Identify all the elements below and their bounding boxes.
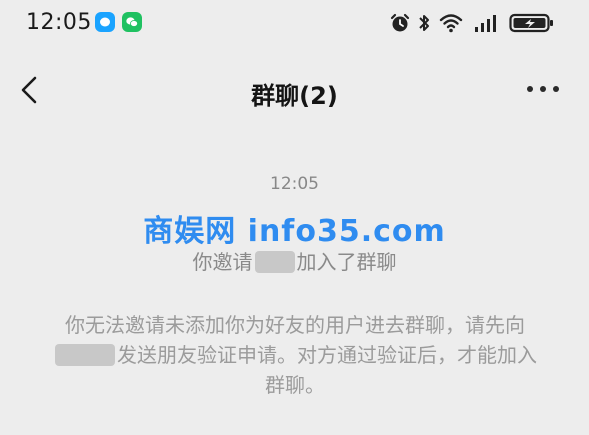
message-timestamp: 12:05 xyxy=(270,174,319,194)
status-time: 12:05 xyxy=(26,10,92,35)
bluetooth-icon xyxy=(419,15,429,31)
blurred-name xyxy=(254,251,295,273)
wechat-icon xyxy=(122,12,142,32)
invite-suffix: 加入了群聊 xyxy=(296,250,397,274)
nav-bar: 群聊(2) xyxy=(0,46,589,134)
battery-charging-icon xyxy=(509,13,553,33)
status-indicators xyxy=(389,12,559,34)
invite-prefix: 你邀请 xyxy=(192,250,253,274)
notice-part2: 发送朋友验证申请。对方通过验证后，才能加入群聊。 xyxy=(117,343,537,397)
page-title: 群聊(2) xyxy=(251,82,338,110)
system-message-invite: 你邀请 加入了群聊 xyxy=(0,246,589,275)
status-bar: 12:05 xyxy=(0,0,589,46)
blurred-name xyxy=(55,344,115,366)
system-message-notice: 你无法邀请未添加你为好友的用户进去群聊，请先向发送朋友验证申请。对方通过验证后，… xyxy=(50,310,540,400)
alarm-icon xyxy=(390,13,410,32)
notice-part1: 你无法邀请未添加你为好友的用户进去群聊，请先向 xyxy=(65,313,525,337)
more-dot xyxy=(540,86,546,92)
more-button[interactable] xyxy=(527,86,559,94)
watermark: 商娱网 info35.com xyxy=(143,214,446,249)
more-dot xyxy=(553,86,559,92)
signal-icon xyxy=(475,15,496,32)
qq-icon xyxy=(95,12,115,32)
more-dot xyxy=(527,86,533,92)
wifi-icon xyxy=(439,14,463,33)
